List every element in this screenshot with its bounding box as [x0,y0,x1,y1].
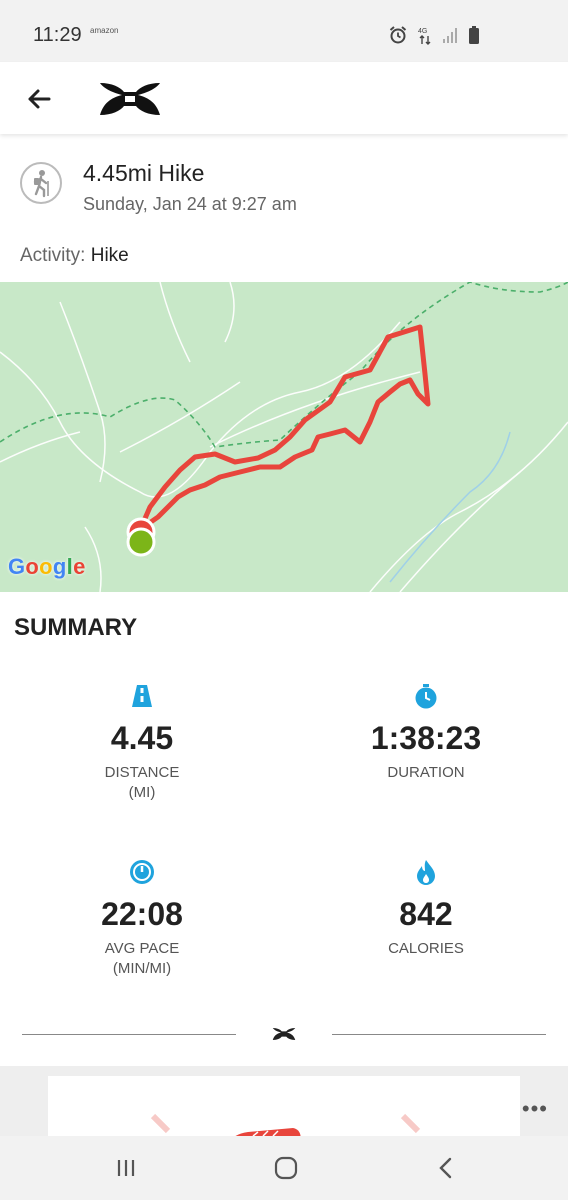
status-icons: 4G [388,25,480,45]
avg-pace-value: 22:08 [101,896,183,932]
stopwatch-icon [415,684,437,709]
divider-right [332,1034,546,1035]
calories-value: 842 [399,896,453,932]
avg-pace-label: AVG PACE [104,940,180,957]
distance-value: 4.45 [110,720,174,756]
hiker-icon [20,162,62,204]
speedometer-icon [130,860,154,884]
calories-stat: 842 CALORIES [316,858,536,959]
activity-type-value: Hike [90,245,129,266]
summary-title: SUMMARY [14,614,138,641]
back-icon[interactable] [426,1152,466,1184]
google-logo: Google [8,554,86,579]
battery-icon [469,26,479,44]
shoe-image [150,1113,421,1136]
avg-pace-stat: 22:08 AVG PACE (MIN/MI) [32,858,252,979]
arrow-left-icon[interactable] [22,82,56,116]
flame-icon [417,860,435,885]
start-marker [126,527,156,557]
promo-section: ••• [0,1066,568,1136]
svg-text:4G: 4G [418,28,427,35]
route-map[interactable]: Google [0,282,568,592]
more-horizontal-icon[interactable]: ••• [522,1096,548,1122]
activity-header: 4.45mi Hike Sunday, Jan 24 at 9:27 am [0,154,568,224]
status-time: 11:29 [33,24,82,46]
data-icon: 4G [418,28,431,45]
distance-label: DISTANCE [104,764,180,781]
app-bar [0,62,568,134]
amazon-notification-icon: amazon [90,26,119,35]
divider-left [22,1034,236,1035]
home-icon[interactable] [266,1152,306,1184]
road-icon [132,685,152,707]
status-bar: 11:29 amazon 4G [0,0,568,62]
promo-card[interactable] [48,1076,520,1136]
recent-apps-icon[interactable] [106,1152,146,1184]
activity-type-label: Activity: [20,245,86,266]
calories-label: CALORIES [388,940,464,957]
duration-label: DURATION [387,764,465,781]
activity-type: Activity: Hike [20,245,129,267]
route-line [137,324,431,533]
distance-stat: 4.45 DISTANCE (MI) [32,682,252,803]
duration-stat: 1:38:23 DURATION [316,682,536,783]
under-armour-logo [100,83,160,115]
alarm-icon [389,26,407,44]
distance-unit: (MI) [128,784,156,801]
avg-pace-unit: (MIN/MI) [112,960,172,977]
activity-date: Sunday, Jan 24 at 9:27 am [83,194,297,214]
map-background [0,282,568,592]
duration-value: 1:38:23 [370,720,482,756]
signal-icon [443,28,457,43]
activity-title: 4.45mi Hike [83,160,205,186]
navigation-bar [0,1136,568,1200]
under-armour-small-logo [272,1028,296,1040]
